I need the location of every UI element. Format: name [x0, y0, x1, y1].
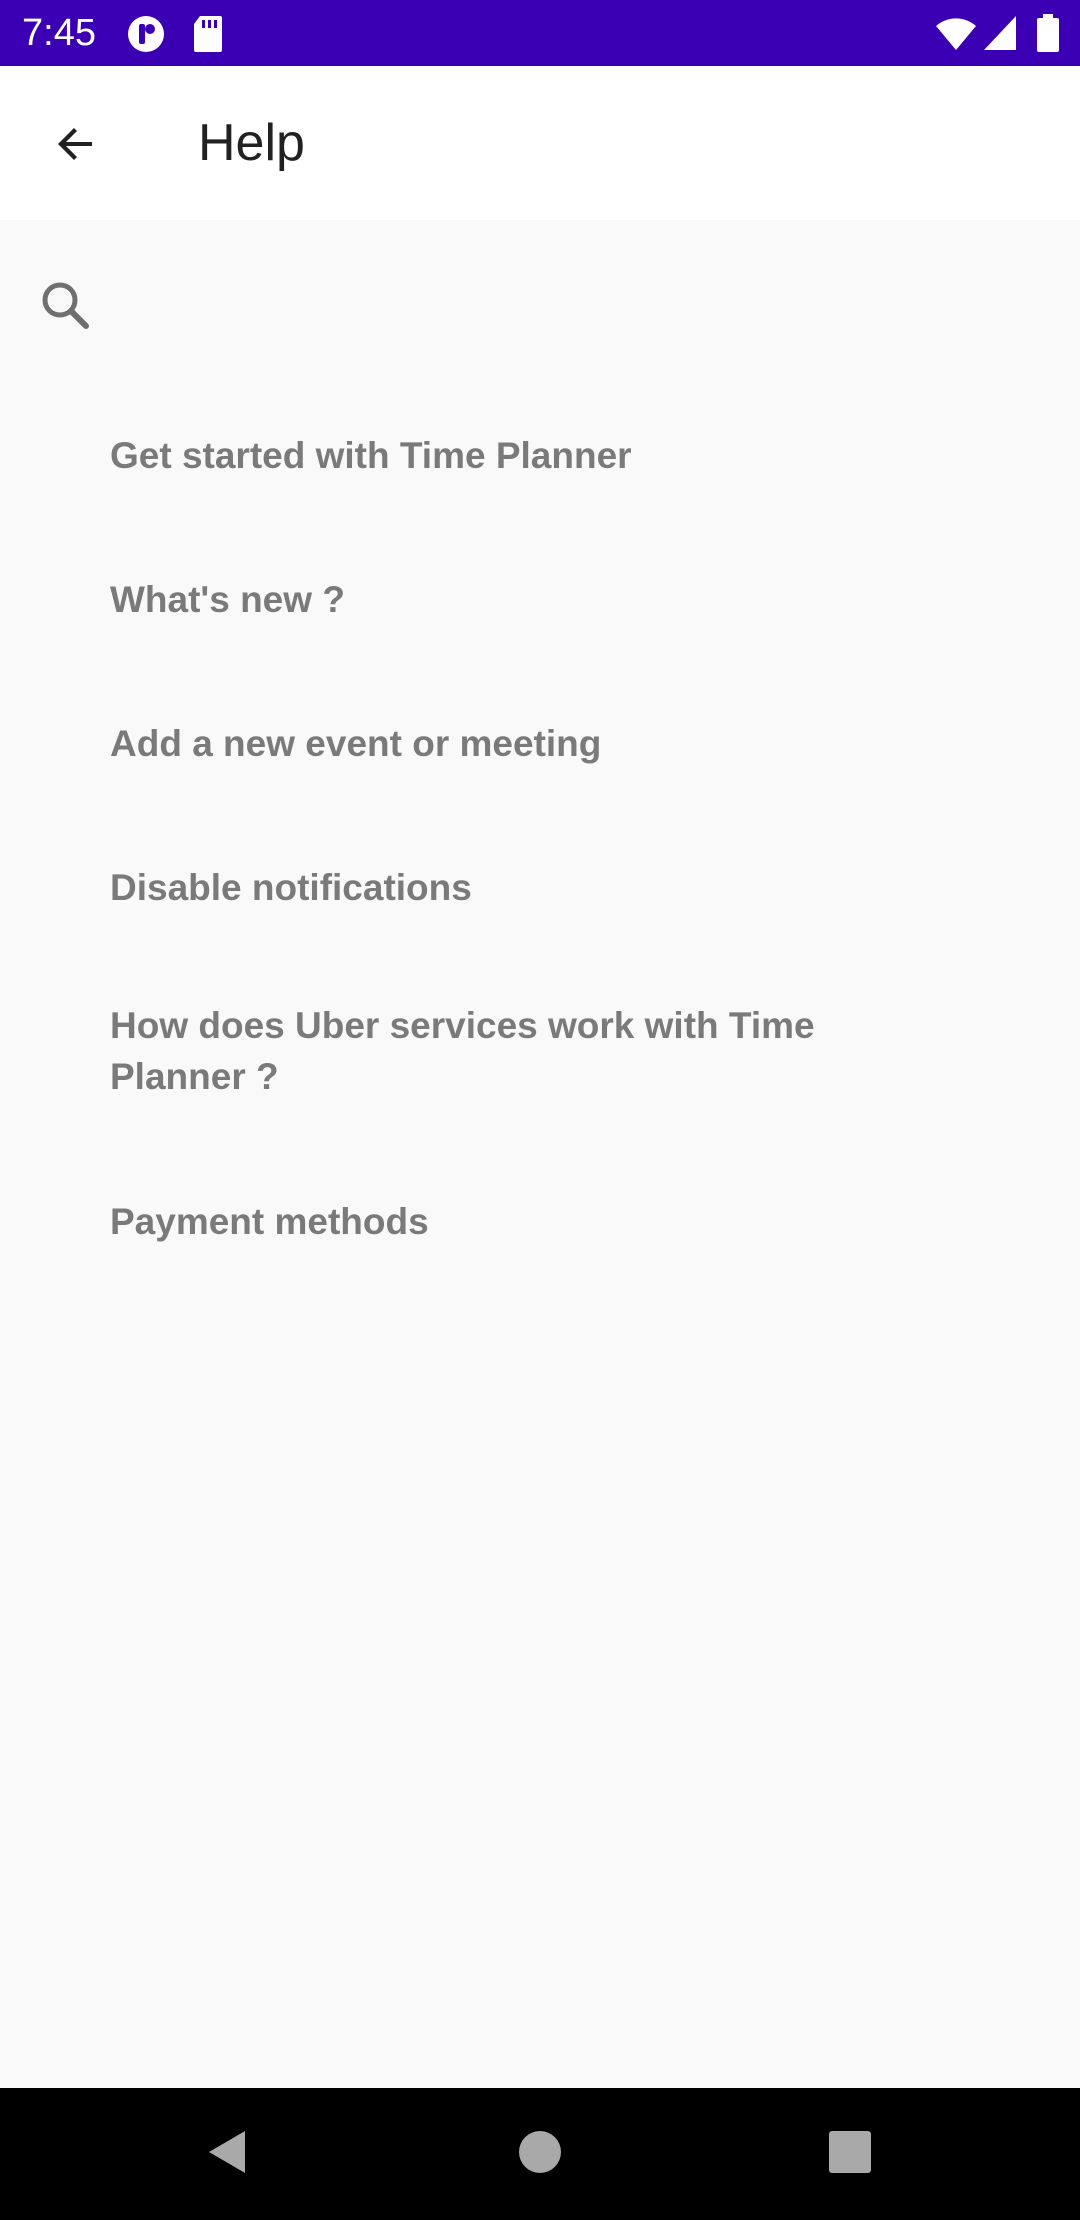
help-topic-add-event[interactable]: Add a new event or meeting: [110, 718, 870, 769]
cell-signal-icon: [982, 14, 1018, 59]
notification-app-icon: [126, 14, 166, 59]
app-bar: Help: [0, 66, 1080, 220]
help-topic-disable-notifications[interactable]: Disable notifications: [110, 862, 870, 913]
status-bar: 7:45: [0, 0, 1080, 66]
search-icon[interactable]: [36, 276, 96, 336]
recents-square-icon: [825, 2127, 875, 2182]
page-title: Help: [198, 114, 305, 172]
search-input[interactable]: [120, 270, 1024, 342]
nav-recents-button[interactable]: [820, 2124, 880, 2184]
system-nav-bar: [0, 2088, 1080, 2220]
status-time: 7:45: [22, 12, 96, 54]
help-content: Get started with Time Planner What's new…: [0, 220, 1080, 2088]
battery-icon: [1036, 14, 1060, 59]
help-topic-uber-services[interactable]: How does Uber services work with Time Pl…: [110, 1000, 870, 1102]
help-topic-whats-new[interactable]: What's new ?: [110, 574, 870, 625]
search-bar[interactable]: [0, 250, 1080, 360]
back-triangle-icon: [201, 2127, 251, 2182]
arrow-back-icon: [52, 120, 100, 173]
home-circle-icon: [515, 2127, 565, 2182]
help-topic-payment-methods[interactable]: Payment methods: [110, 1196, 870, 1247]
wifi-icon: [934, 14, 978, 59]
help-topic-get-started[interactable]: Get started with Time Planner: [110, 430, 870, 481]
back-button[interactable]: [36, 106, 116, 186]
nav-home-button[interactable]: [510, 2124, 570, 2184]
sd-card-icon: [192, 14, 224, 59]
nav-back-button[interactable]: [196, 2124, 256, 2184]
